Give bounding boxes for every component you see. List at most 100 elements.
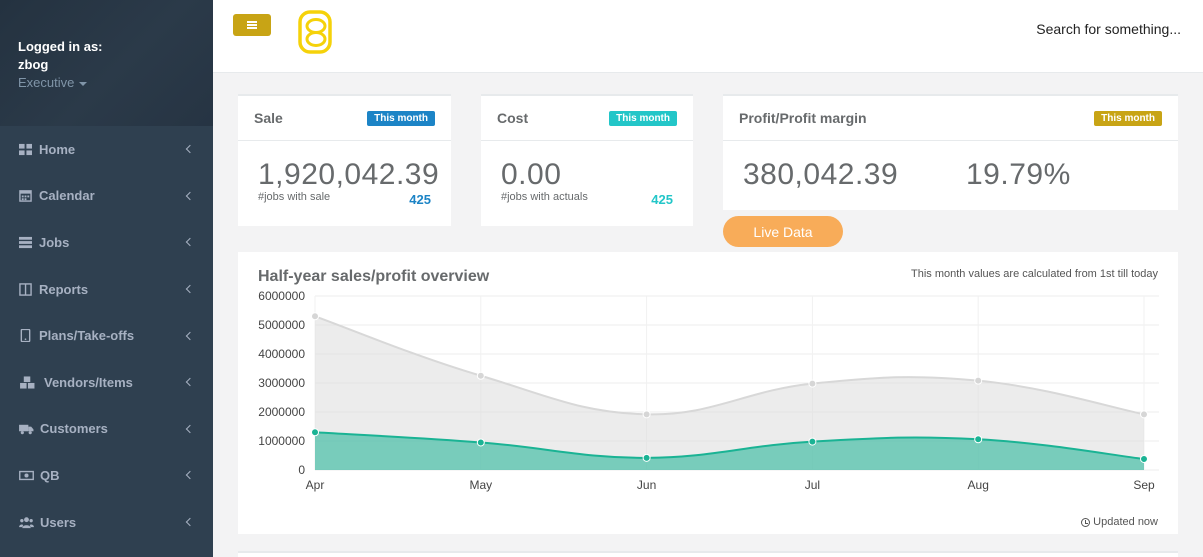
widget-title: Sale <box>254 110 283 126</box>
sidebar-item-label: Home <box>39 141 76 157</box>
sidebar-item-customers[interactable]: Customers <box>0 406 213 453</box>
sale-widget: Sale This month 1,920,042.39 #jobs with … <box>238 94 451 226</box>
period-badge: This month <box>1094 110 1162 126</box>
y-tick-label: 6000000 <box>258 289 305 303</box>
chevron-left-icon <box>185 191 195 201</box>
data-point <box>476 371 485 380</box>
hamburger-icon <box>247 21 257 29</box>
widget-header: Profit/Profit margin This month <box>723 94 1178 141</box>
columns-icon <box>18 282 32 296</box>
clock-icon <box>1081 517 1091 527</box>
cost-value: 0.00 <box>501 158 562 191</box>
data-point <box>1140 410 1148 419</box>
updated-text: Updated now <box>1093 516 1158 528</box>
widget-header: Cost This month <box>481 94 693 141</box>
sidebar-item-label: Jobs <box>39 234 70 250</box>
sidebar-item-label: QB <box>40 467 60 483</box>
profit-value: 380,042.39 <box>743 158 899 191</box>
period-badge: This month <box>367 110 435 126</box>
data-point <box>476 438 485 447</box>
sidebar-item-home[interactable]: Home <box>0 126 213 173</box>
period-badge: This month <box>609 110 677 126</box>
users-icon <box>18 515 34 529</box>
top-navbar <box>213 0 1203 73</box>
jobs-with-sale-label: #jobs with sale <box>258 191 331 203</box>
data-point <box>808 437 817 446</box>
jobs-with-actuals-count: 425 <box>651 192 673 207</box>
chevron-left-icon <box>185 424 195 434</box>
y-tick-label: 3000000 <box>258 376 305 390</box>
next-panel-edge <box>238 551 1178 557</box>
sale-value: 1,920,042.39 <box>258 158 440 191</box>
y-tick-label: 4000000 <box>258 347 305 361</box>
y-tick-label: 5000000 <box>258 318 305 332</box>
x-tick-label: May <box>469 478 492 492</box>
data-point <box>311 428 319 437</box>
sidebar-item-label: Reports <box>39 281 89 297</box>
role-dropdown[interactable]: Executive <box>18 74 213 92</box>
th-large-icon <box>18 142 32 156</box>
data-point <box>642 410 651 419</box>
data-point <box>1140 454 1148 463</box>
sidebar-item-jobs[interactable]: Jobs <box>0 219 213 266</box>
chevron-left-icon <box>185 145 195 154</box>
x-tick-label: Aug <box>968 478 989 492</box>
chevron-left-icon <box>185 284 195 294</box>
data-point <box>642 453 651 462</box>
jobs-with-actuals-label: #jobs with actuals <box>501 191 588 203</box>
sidebar-item-plans[interactable]: Plans/Take-offs <box>0 312 213 359</box>
sidebar-item-label: Plans/Take-offs <box>39 328 135 344</box>
area-chart: 0 1000000 2000000 3000000 4000000 5000000 6000… <box>258 289 1159 492</box>
sidebar-item-reports[interactable]: Reports <box>0 266 213 313</box>
sidebar-item-label: Users <box>40 514 77 530</box>
x-tick-label: Sep <box>1133 478 1155 492</box>
x-tick-label: Jul <box>805 478 820 492</box>
data-point <box>808 379 817 388</box>
calendar-icon <box>18 189 32 203</box>
username: zbog <box>18 57 49 72</box>
sidebar: Logged in as: zbog Executive Home Calend… <box>0 0 213 557</box>
role-label: Executive <box>18 75 75 90</box>
chevron-left-icon <box>185 471 195 480</box>
profit-widget: Profit/Profit margin This month 380,042.… <box>723 94 1178 210</box>
data-point <box>311 312 319 321</box>
sidebar-item-qb[interactable]: QB <box>0 452 213 499</box>
logged-in-label: Logged in as: <box>18 39 103 54</box>
y-tick-label: 0 <box>298 463 305 477</box>
updated-status: Updated now <box>1081 516 1158 528</box>
data-point <box>974 435 983 444</box>
cost-widget: Cost This month 0.00 #jobs with actuals … <box>481 94 693 226</box>
chevron-left-icon <box>185 378 195 387</box>
jobs-with-sale-count: 425 <box>409 192 431 207</box>
y-tick-label: 1000000 <box>258 434 305 448</box>
x-tick-label: Jun <box>637 478 656 492</box>
brand-logo[interactable] <box>297 10 335 56</box>
chevron-left-icon <box>185 238 195 247</box>
sidebar-item-label: Calendar <box>39 188 95 204</box>
widget-header: Sale This month <box>238 94 451 141</box>
live-data-button[interactable]: Live Data <box>723 216 843 247</box>
data-point <box>974 376 983 385</box>
sidebar-item-vendors[interactable]: Vendors/Items <box>0 359 213 406</box>
widget-title: Profit/Profit margin <box>739 110 867 126</box>
tasks-icon <box>18 235 32 249</box>
menu-toggle-button[interactable] <box>233 14 271 36</box>
cubes-icon <box>18 375 36 389</box>
chevron-left-icon <box>185 331 195 340</box>
y-tick-label: 2000000 <box>258 405 305 419</box>
widget-title: Cost <box>497 110 529 126</box>
search-input[interactable] <box>981 19 1181 39</box>
profile-panel: Logged in as: zbog Executive <box>0 0 213 126</box>
profit-margin-value: 19.79% <box>966 158 1071 191</box>
sidebar-nav: Home Calendar Jobs Reports Plans/Take-of… <box>0 126 213 545</box>
sidebar-item-calendar[interactable]: Calendar <box>0 173 213 220</box>
x-tick-label: Apr <box>306 478 325 492</box>
sidebar-item-label: Vendors/Items <box>44 374 133 390</box>
sales-profit-chart-panel: Half-year sales/profit overview This mon… <box>238 252 1178 534</box>
money-icon <box>18 468 34 482</box>
chevron-left-icon <box>185 517 195 527</box>
caret-down-icon <box>79 81 88 86</box>
sidebar-item-users[interactable]: Users <box>0 499 213 546</box>
sidebar-item-label: Customers <box>40 421 108 437</box>
tablet-icon <box>18 329 32 343</box>
